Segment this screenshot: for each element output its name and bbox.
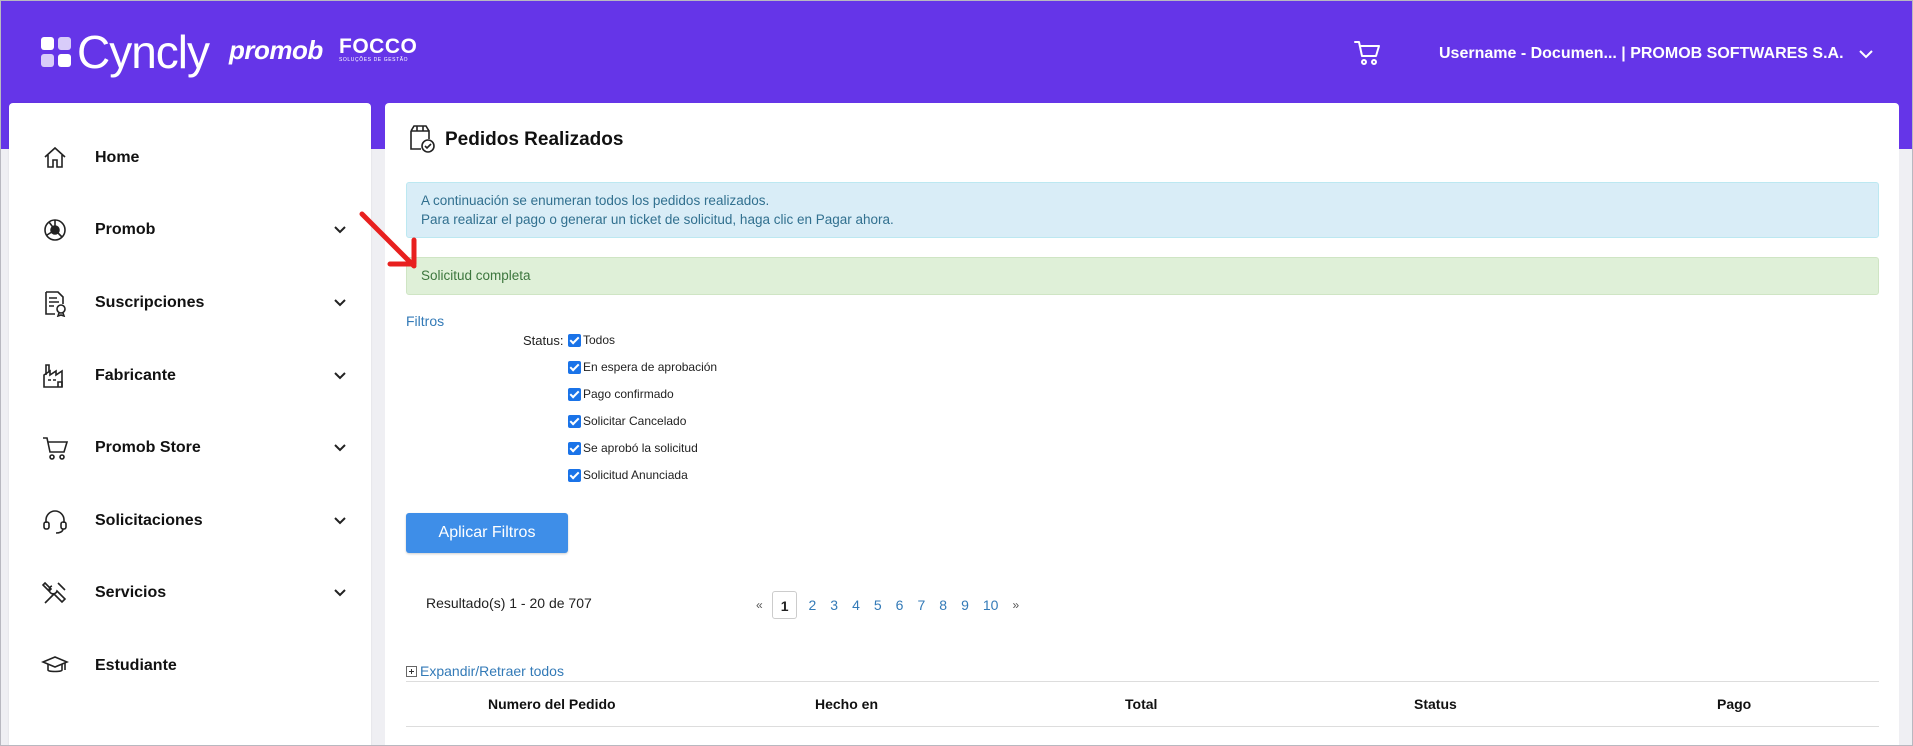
checkbox-checked[interactable]	[568, 360, 581, 374]
pagination-page[interactable]: 6	[889, 591, 911, 619]
chevron-down-icon	[334, 372, 346, 380]
info-alert: A continuación se enumeran todos los ped…	[406, 182, 1879, 238]
checkbox-checked[interactable]	[568, 468, 581, 482]
status-filter-label: Status:	[523, 333, 564, 348]
sidebar-item-estudiante[interactable]: Estudiante	[9, 641, 371, 691]
sidebar-item-suscripciones[interactable]: Suscripciones	[9, 278, 371, 328]
sidebar-item-label: Estudiante	[95, 657, 177, 674]
checkbox-checked[interactable]	[568, 414, 581, 428]
checkbox-checked[interactable]	[568, 441, 581, 455]
status-checkbox-solicitar-cancelado[interactable]: Solicitar Cancelado	[568, 414, 686, 428]
focco-logo: FOCCO SOLUÇÕES DE GESTÃO	[339, 35, 418, 63]
sidebar-item-fabricante[interactable]: Fabricante	[9, 351, 371, 401]
sidebar-item-label: Promob	[95, 221, 156, 238]
red-arrow-annotation-icon	[359, 211, 417, 269]
cyncly-mark-icon	[41, 37, 71, 67]
sidebar-item-promob[interactable]: Promob	[9, 205, 371, 255]
column-header-pago[interactable]: Pago	[1717, 696, 1751, 712]
orders-check-icon	[410, 125, 435, 153]
sidebar-item-label: Home	[95, 149, 140, 166]
apply-filters-button[interactable]: Aplicar Filtros	[406, 513, 568, 553]
headset-icon	[43, 510, 67, 534]
checkbox-label: Solicitar Cancelado	[583, 414, 687, 428]
pagination-next[interactable]: »	[1005, 591, 1026, 619]
chevron-down-icon	[1858, 50, 1873, 59]
filters-toggle-link[interactable]: Filtros	[406, 313, 444, 329]
subscription-icon	[45, 291, 66, 317]
brand-name: Cyncly	[77, 26, 210, 78]
main-panel: Pedidos Realizados A continuación se enu…	[385, 103, 1899, 745]
checkbox-checked[interactable]	[568, 333, 581, 347]
sidebar-item-label: Servicios	[95, 584, 167, 601]
cart-icon	[43, 437, 69, 460]
pagination: « 1 2 3 4 5 6 7 8 9 10 »	[749, 591, 1026, 619]
checkbox-label: Se aprobó la solicitud	[583, 441, 698, 455]
pagination-page-current[interactable]: 1	[771, 591, 798, 619]
graduation-cap-icon	[41, 656, 69, 673]
page-title: Pedidos Realizados	[445, 129, 624, 150]
focco-logo-subtext: SOLUÇÕES DE GESTÃO	[339, 57, 409, 63]
chevron-down-icon	[334, 226, 346, 234]
pagination-page[interactable]: 10	[976, 591, 1006, 619]
column-header-status[interactable]: Status	[1414, 696, 1457, 712]
status-checkbox-solicitud-anunciada[interactable]: Solicitud Anunciada	[568, 468, 688, 482]
factory-icon	[43, 364, 63, 388]
sidebar-item-label: Fabricante	[95, 367, 176, 384]
pagination-page[interactable]: 2	[801, 591, 823, 619]
promob-logo: promob	[229, 35, 323, 65]
pagination-page[interactable]: 5	[867, 591, 889, 619]
chevron-down-icon	[334, 589, 346, 597]
expand-collapse-all[interactable]: Expandir/Retraer todos	[406, 663, 564, 679]
status-checkbox-pago-confirmado[interactable]: Pago confirmado	[568, 387, 674, 401]
result-count: Resultado(s) 1 - 20 de 707	[426, 595, 592, 611]
success-alert: Solicitud completa	[406, 257, 1879, 295]
orders-table-header: Numero del Pedido Hecho en Total Status …	[406, 681, 1879, 727]
expand-collapse-label: Expandir/Retraer todos	[420, 663, 564, 679]
status-checkbox-se-aprobo[interactable]: Se aprobó la solicitud	[568, 441, 698, 455]
pagination-page[interactable]: 8	[932, 591, 954, 619]
sidebar: Home Promob Suscripciones Fabricante Pro…	[9, 103, 371, 745]
checkbox-checked[interactable]	[568, 387, 581, 401]
checkbox-label: En espera de aprobación	[583, 360, 718, 374]
checkbox-label: Todos	[583, 333, 616, 347]
app-window: Cyncly promob FOCCO SOLUÇÕES DE GESTÃO U…	[0, 0, 1913, 746]
cyncly-logo[interactable]: Cyncly	[39, 26, 210, 78]
sidebar-item-servicios[interactable]: Servicios	[9, 568, 371, 618]
sidebar-item-label: Suscripciones	[95, 294, 205, 311]
expand-plus-icon	[406, 665, 417, 677]
chevron-down-icon	[334, 299, 346, 307]
home-icon	[44, 146, 66, 168]
checkbox-label: Solicitud Anunciada	[583, 468, 688, 482]
status-checkbox-todos[interactable]: Todos	[568, 333, 615, 347]
user-menu[interactable]: Username - Documen... | PROMOB SOFTWARES…	[1439, 45, 1874, 63]
user-menu-label: Username - Documen... | PROMOB SOFTWARES…	[1439, 45, 1844, 62]
chevron-down-icon	[334, 517, 346, 525]
pagination-page[interactable]: 3	[823, 591, 845, 619]
sidebar-item-home[interactable]: Home	[9, 133, 371, 183]
column-header-total[interactable]: Total	[1125, 696, 1157, 712]
pagination-page[interactable]: 4	[845, 591, 867, 619]
tools-icon	[41, 581, 67, 604]
chevron-down-icon	[334, 444, 346, 452]
info-alert-line2: Para realizar el pago o generar un ticke…	[421, 212, 894, 227]
status-checkbox-en-espera[interactable]: En espera de aprobación	[568, 360, 717, 374]
info-alert-line1: A continuación se enumeran todos los ped…	[421, 193, 770, 208]
focco-logo-text: FOCCO	[339, 35, 418, 58]
sidebar-item-promob-store[interactable]: Promob Store	[9, 423, 371, 473]
pagination-prev[interactable]: «	[749, 591, 770, 619]
column-header-numero[interactable]: Numero del Pedido	[488, 696, 616, 712]
header-cart-icon[interactable]	[1353, 39, 1383, 67]
pagination-page[interactable]: 7	[910, 591, 932, 619]
pagination-page[interactable]: 9	[954, 591, 976, 619]
sidebar-item-label: Solicitaciones	[95, 512, 203, 529]
checkbox-label: Pago confirmado	[583, 387, 674, 401]
promob-icon	[44, 219, 66, 241]
sidebar-item-solicitaciones[interactable]: Solicitaciones	[9, 496, 371, 546]
column-header-hecho-en[interactable]: Hecho en	[815, 696, 878, 712]
sidebar-item-label: Promob Store	[95, 439, 201, 456]
